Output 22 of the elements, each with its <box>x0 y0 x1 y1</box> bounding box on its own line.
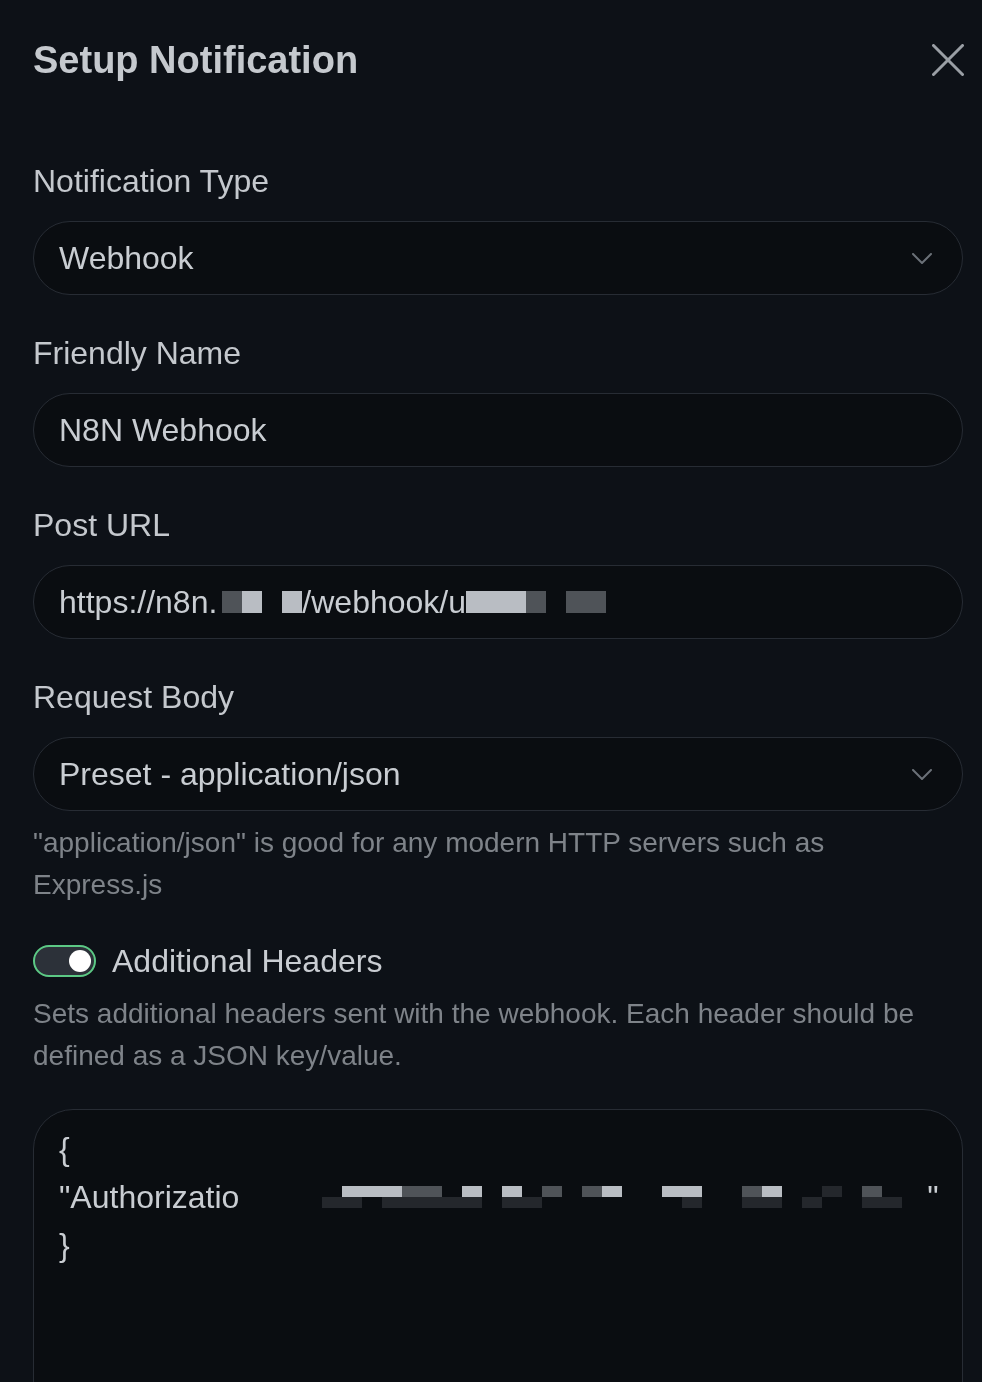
close-button[interactable] <box>932 44 964 76</box>
code-text: } <box>59 1226 70 1265</box>
text-input[interactable]: N8N Webhook <box>33 393 963 467</box>
field-label: Request Body <box>33 678 235 717</box>
dialog-title: Setup Notification <box>33 38 359 83</box>
chevron-down-icon <box>912 252 932 264</box>
headers-json-field[interactable]: { "Authorizatio " } <box>33 1109 963 1382</box>
field-label: Notification Type <box>33 162 270 201</box>
field-hint: Sets additional headers sent with the webhook. Each header should be defined as a JSON key/value. <box>33 997 916 1073</box>
code-text: "Authorizatio <box>59 1178 240 1217</box>
field-hint: "application/json" is good for any modern HTTP servers such as Express.js <box>33 826 826 902</box>
close-icon <box>932 44 964 76</box>
select-field[interactable]: Webhook <box>33 221 963 295</box>
switch-label: Additional Headers <box>112 942 383 981</box>
field-label: Friendly Name <box>33 334 243 373</box>
code-text: " <box>927 1178 939 1217</box>
field-label: Post URL <box>33 506 171 545</box>
chevron-down-icon <box>912 768 932 780</box>
select-field[interactable]: Preset - application/json <box>33 737 963 811</box>
code-text: { <box>59 1130 70 1169</box>
toggle-switch[interactable] <box>33 945 96 977</box>
url-input[interactable]: https://n8n. /webhook/u <box>33 565 963 639</box>
